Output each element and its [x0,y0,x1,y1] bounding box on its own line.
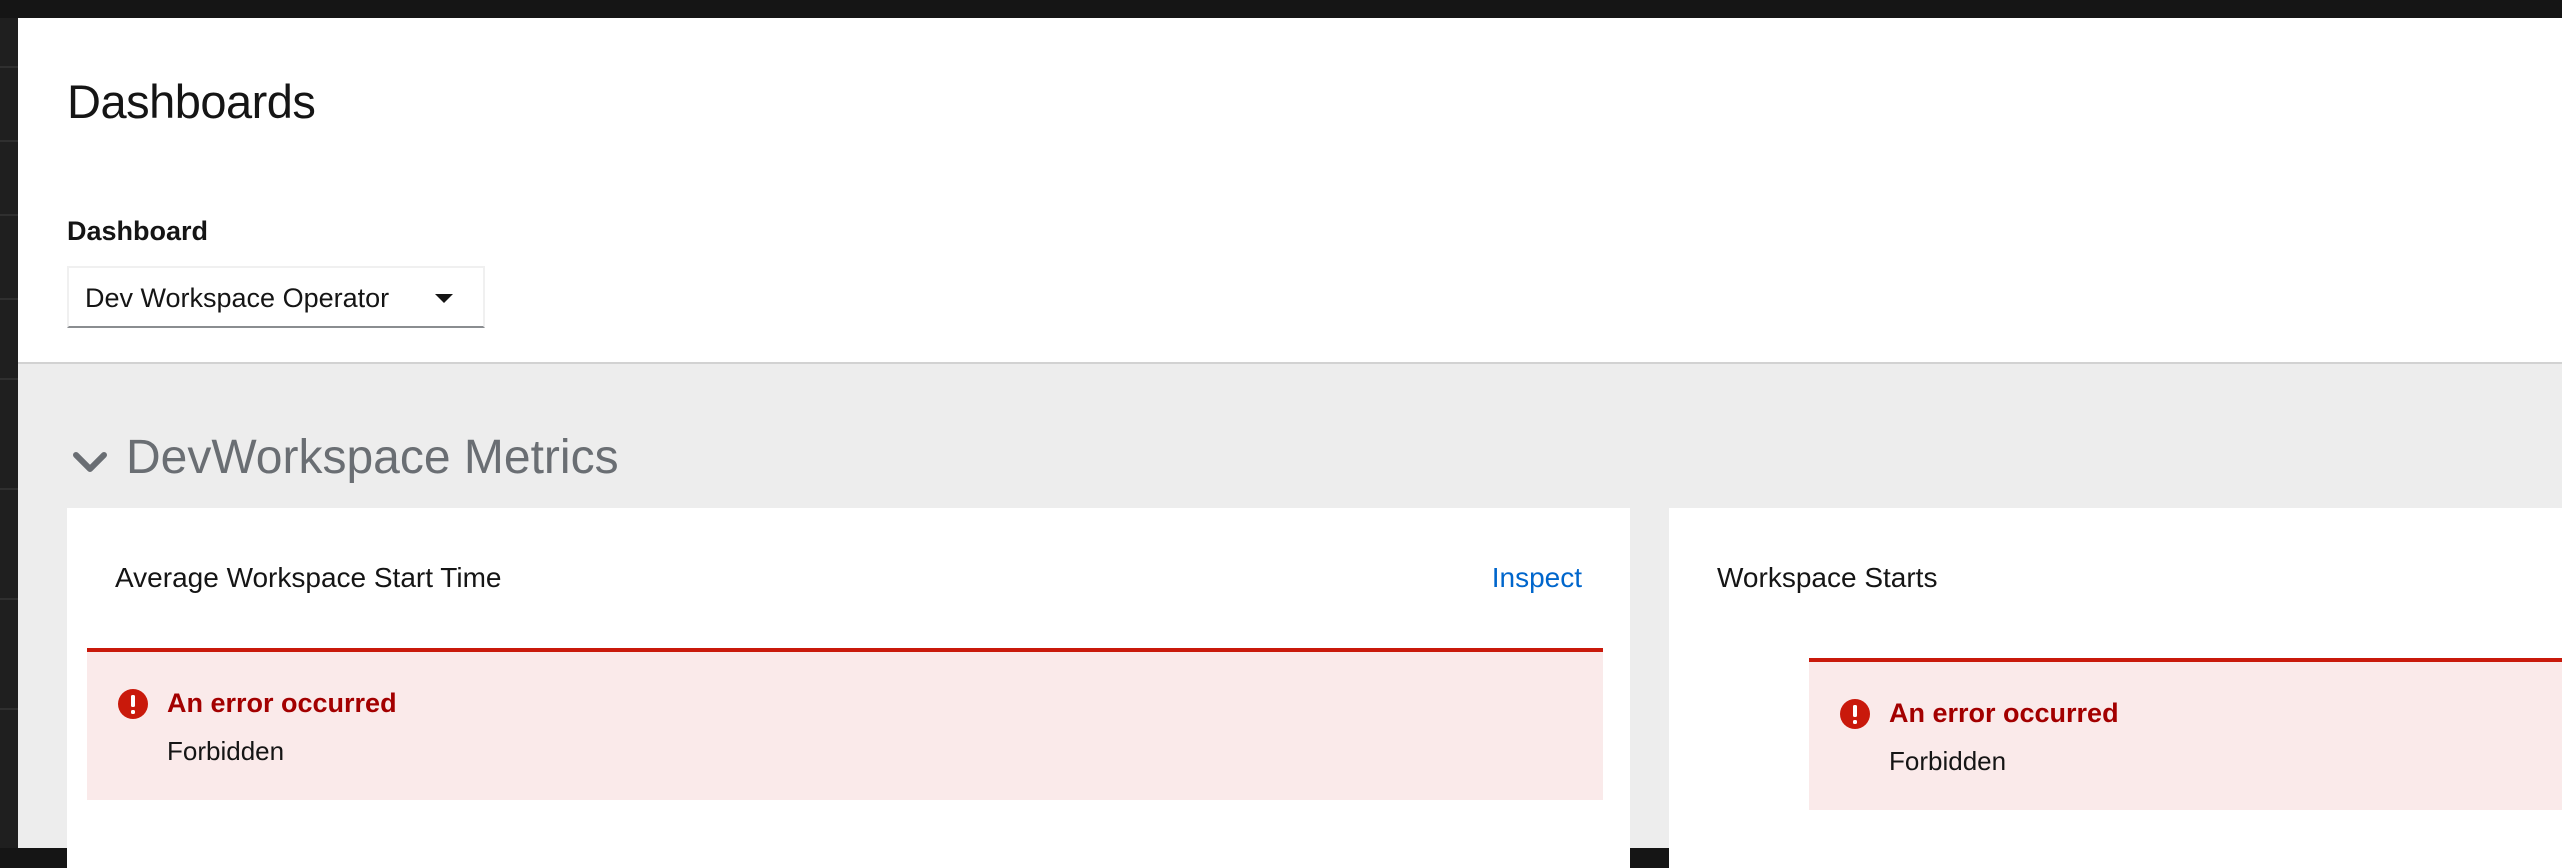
inspect-link[interactable]: Inspect [1492,562,1582,594]
section-toggle-button[interactable] [70,446,110,480]
alert-message: Forbidden [1889,746,2007,776]
dashboard-content: DevWorkspace Metrics Average Workspace S… [18,364,2562,868]
section-title: DevWorkspace Metrics [126,431,619,484]
panel-card: Average Workspace Start Time Inspect An … [67,508,1630,868]
alert-title: An error occurred [1889,698,2119,728]
chevron-down-icon [73,452,107,472]
panel-card: Workspace Starts An error occurred Forbi… [1669,508,2562,868]
dashboard-select-label: Dashboard [67,216,209,246]
alert-message: Forbidden [167,736,285,766]
nav-divider [0,488,18,490]
error-alert: An error occurred Forbidden [87,648,1603,800]
side-nav-edge [0,18,18,848]
page-header: Dashboards Dashboard Dev Workspace Opera… [18,18,2562,364]
alert-title: An error occurred [167,688,397,718]
nav-divider [0,378,18,380]
error-alert: An error occurred Forbidden [1809,658,2562,810]
nav-divider [0,214,18,216]
nav-divider [0,66,18,68]
nav-divider [0,140,18,142]
page-title: Dashboards [67,75,316,128]
dashboard-select-value: Dev Workspace Operator [85,283,390,313]
dashboard-select[interactable]: Dev Workspace Operator [67,266,485,328]
main-page: Dashboards Dashboard Dev Workspace Opera… [18,18,2562,868]
panel-title: Average Workspace Start Time [115,562,502,593]
masthead-bar [0,0,2562,18]
nav-divider [0,598,18,600]
nav-divider [0,298,18,300]
panel-title: Workspace Starts [1717,562,1938,593]
nav-divider [0,708,18,710]
exclamation-circle-icon [118,689,148,719]
exclamation-circle-icon [1840,699,1870,729]
caret-down-icon [435,294,453,303]
